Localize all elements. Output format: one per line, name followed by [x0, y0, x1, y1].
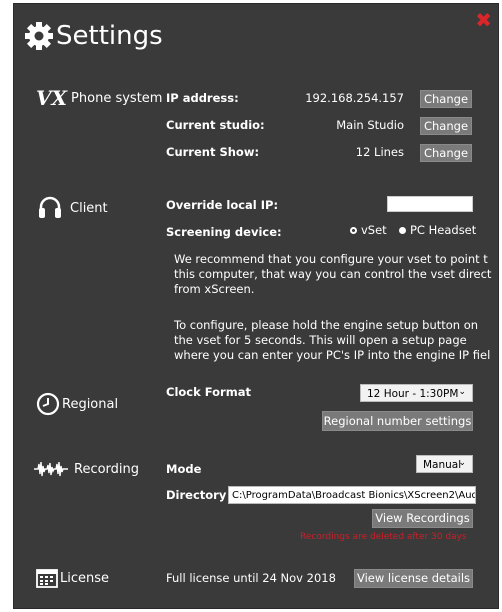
client-info-paragraph-1: We recommend that you configure your vse… — [174, 252, 491, 297]
gear-icon — [25, 22, 53, 50]
chevron-down-icon: ⌄ — [458, 387, 466, 397]
clock-format-select[interactable]: 12 Hour - 1:30PM ⌄ — [360, 384, 473, 402]
waveform-icon — [34, 461, 68, 477]
override-ip-input[interactable] — [387, 196, 473, 212]
clock-icon — [36, 392, 60, 416]
current-show-label: Current Show: — [166, 145, 260, 159]
settings-window: Settings ✖ VX Phone system IP address: 1… — [14, 4, 498, 608]
directory-input[interactable]: C:\ProgramData\Broadcast Bionics\XScreen… — [228, 486, 476, 504]
license-status: Full license until 24 Nov 2018 — [166, 571, 336, 585]
view-license-details-button[interactable]: View license details — [354, 569, 473, 588]
regional-number-settings-button[interactable]: Regional number settings — [322, 411, 473, 431]
window-title: Settings — [24, 18, 163, 54]
section-recording: Recording — [34, 460, 139, 478]
radio-vset[interactable]: vSet — [350, 223, 387, 237]
para1-line-1: We recommend that you configure your vse… — [174, 252, 488, 266]
title-text: Settings — [56, 21, 163, 51]
screening-device-label: Screening device: — [166, 225, 282, 239]
ip-address-value: 192.168.254.157 — [305, 91, 404, 105]
mode-value: Manual — [423, 459, 462, 471]
para1-line-2: this computer, that way you can control … — [174, 267, 492, 281]
section-phone-system: VX Phone system — [36, 86, 162, 110]
regional-heading: Regional — [62, 396, 119, 412]
headset-icon — [39, 196, 61, 218]
change-show-button[interactable]: Change — [420, 144, 472, 162]
recording-warning-text: Recordings are deleted after 30 days — [300, 532, 467, 542]
license-heading: License — [60, 570, 110, 586]
change-ip-button[interactable]: Change — [420, 90, 472, 108]
current-studio-label: Current studio: — [166, 118, 265, 132]
mode-select[interactable]: Manual ⌄ — [416, 455, 473, 473]
mode-label: Mode — [166, 462, 202, 476]
para1-line-3: from xScreen. — [174, 282, 255, 296]
para2-line-3: where you can enter your PC's IP into th… — [174, 348, 491, 362]
ip-address-label: IP address: — [166, 91, 239, 105]
client-info-paragraph-2: To configure, please hold the engine set… — [174, 318, 490, 363]
current-studio-value: Main Studio — [336, 118, 404, 132]
close-button[interactable]: ✖ — [475, 10, 492, 30]
directory-label: Directory — [166, 488, 227, 502]
section-license: License — [36, 568, 109, 588]
radio-pc-headset[interactable]: PC Headset — [399, 223, 476, 237]
clock-format-value: 12 Hour - 1:30PM — [367, 388, 459, 400]
change-studio-button[interactable]: Change — [420, 117, 472, 135]
calendar-icon — [36, 569, 58, 588]
radio-vset-label: vSet — [361, 223, 387, 237]
client-heading: Client — [70, 200, 108, 216]
radio-vset-indicator[interactable] — [350, 226, 357, 234]
recording-heading: Recording — [74, 461, 140, 477]
current-show-value: 12 Lines — [355, 145, 404, 159]
radio-pc-headset-indicator[interactable] — [399, 226, 406, 234]
para2-line-2: the vset for 5 seconds. This will open a… — [174, 333, 467, 347]
override-ip-label: Override local IP: — [166, 198, 279, 212]
vx-logo: VX — [36, 86, 68, 110]
clock-format-label: Clock Format — [166, 385, 251, 399]
chevron-down-icon: ⌄ — [458, 458, 466, 468]
section-client: Client — [38, 196, 108, 220]
view-recordings-button[interactable]: View Recordings — [372, 509, 473, 528]
para2-line-1: To configure, please hold the engine set… — [174, 318, 479, 332]
radio-pc-headset-label: PC Headset — [410, 223, 477, 237]
phone-system-heading: Phone system — [71, 90, 163, 106]
section-regional: Regional — [36, 392, 118, 416]
